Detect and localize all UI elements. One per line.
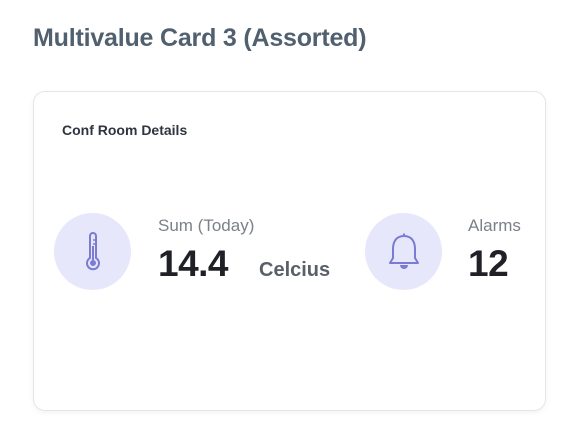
metric-unit-celcius: Celcius	[259, 259, 331, 281]
card-title: Conf Room Details	[62, 122, 188, 138]
metric-value-sum-today: 14.4	[158, 243, 229, 284]
metric-label-alarms: Alarms	[468, 216, 521, 235]
page-title: Multivalue Card 3 (Assorted)	[33, 24, 367, 52]
thermometer-icon	[85, 231, 100, 270]
bell-icon	[388, 233, 419, 269]
thermometer-icon-badge	[54, 213, 131, 290]
bell-icon-badge	[365, 213, 442, 290]
metric-label-sum-today: Sum (Today)	[158, 216, 255, 235]
metric-value-alarms: 12	[468, 243, 509, 284]
multivalue-card: Conf Room Details Sum (Today) 14.4 Celci…	[33, 91, 546, 411]
